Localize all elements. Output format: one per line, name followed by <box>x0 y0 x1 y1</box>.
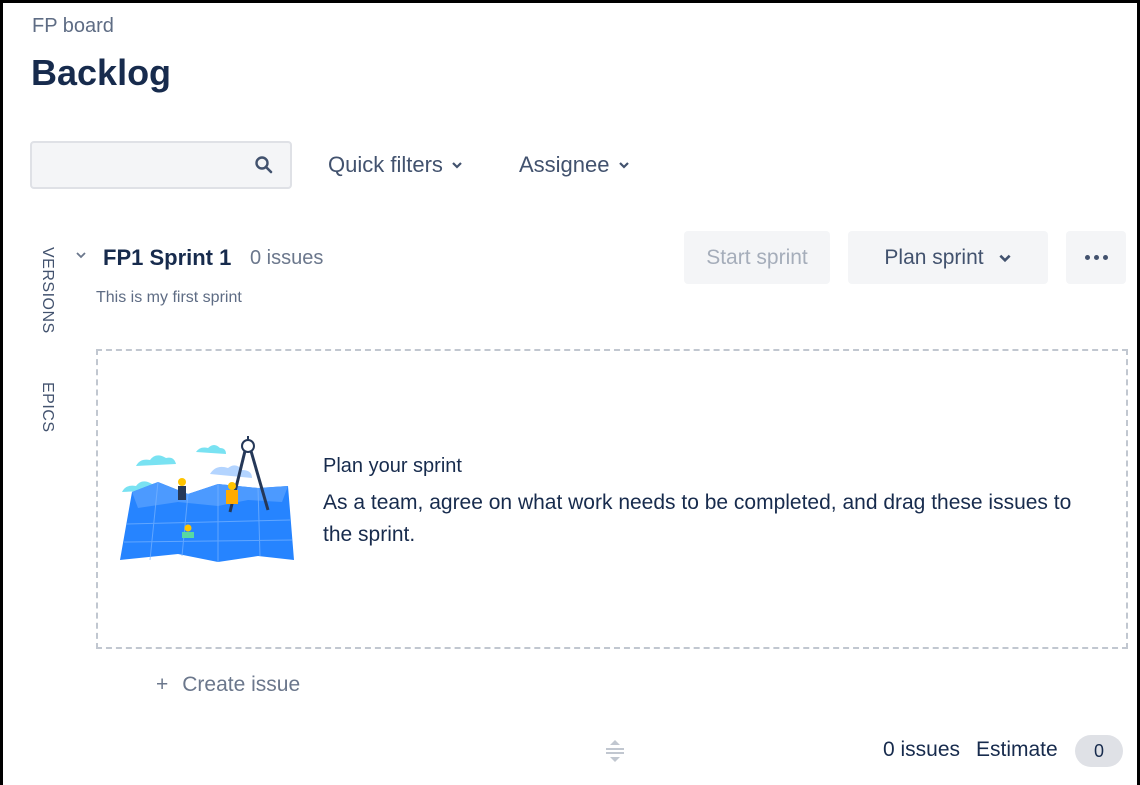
create-issue-button[interactable]: + Create issue <box>156 673 300 697</box>
assignee-dropdown[interactable]: Assignee <box>519 152 630 178</box>
quick-filters-dropdown[interactable]: Quick filters <box>328 152 463 178</box>
tab-epics[interactable]: EPICS <box>38 382 56 433</box>
estimate-label: Estimate <box>976 738 1058 761</box>
chevron-down-icon <box>618 162 629 169</box>
plan-sprint-label: Plan sprint <box>884 245 984 269</box>
empty-state-body: As a team, agree on what work needs to b… <box>323 491 1072 546</box>
drag-handle-icon[interactable] <box>604 738 626 764</box>
search-input[interactable] <box>30 141 292 189</box>
search-icon <box>255 156 273 174</box>
more-actions-button[interactable] <box>1066 231 1126 284</box>
more-icon <box>1084 255 1108 260</box>
start-sprint-button[interactable]: Start sprint <box>684 231 830 284</box>
sprint-name[interactable]: FP1 Sprint 1 <box>103 245 231 271</box>
sprint-map-illustration <box>120 436 294 562</box>
page-title: Backlog <box>31 52 172 93</box>
footer-issue-count: 0 issues <box>883 738 961 761</box>
tab-versions[interactable]: VERSIONS <box>38 247 56 334</box>
plus-icon: + <box>156 673 169 696</box>
chevron-down-icon <box>452 162 462 169</box>
plan-sprint-button[interactable]: Plan sprint <box>848 231 1048 284</box>
sprint-description: This is my first sprint <box>96 289 242 306</box>
estimate-badge: 0 <box>1075 735 1123 767</box>
assignee-label: Assignee <box>519 152 610 177</box>
chevron-down-icon <box>999 254 1011 262</box>
sprint-issue-count: 0 issues <box>250 247 324 269</box>
empty-state-title: Plan your sprint <box>323 455 462 477</box>
create-issue-label: Create issue <box>182 673 301 696</box>
breadcrumb[interactable]: FP board <box>32 15 114 38</box>
quick-filters-label: Quick filters <box>328 152 443 177</box>
collapse-chevron-icon[interactable] <box>75 249 87 261</box>
